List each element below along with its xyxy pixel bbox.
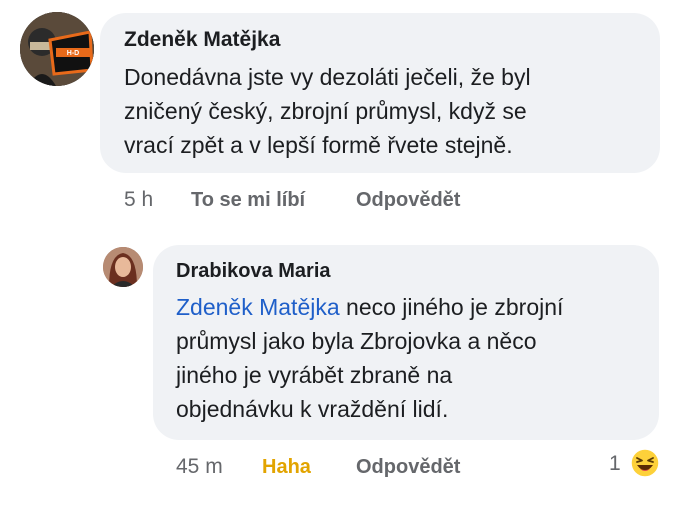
avatar[interactable] [103,247,143,287]
comment-text-line: Donedávna jste vy dezoláti ječeli, že by… [124,64,531,90]
comment-text: Donedávna jste vy dezoláti ječeli, že by… [124,60,531,162]
like-button[interactable]: To se mi líbí [191,189,305,212]
comment-text-line: Zdeněk Matějka neco jiného je zbrojní [176,290,563,324]
reply-button[interactable]: Odpovědět [356,456,460,479]
comment-timestamp[interactable]: 5 h [124,188,153,212]
comment-text-line: zničený český, zbrojní průmysl, když se [124,98,527,124]
avatar-portrait-image [103,247,143,287]
mention-link[interactable]: Zdeněk Matějka [176,294,340,320]
reply-button[interactable]: Odpovědět [356,189,460,212]
haha-reaction-button[interactable]: Haha [262,456,311,479]
avatar[interactable]: H-D [20,12,94,86]
comment-text-line: vrací zpět a v lepší formě řvete stejně. [124,132,513,158]
avatar-harley-image: H-D [20,12,94,86]
comment-author[interactable]: Drabikova Maria [176,260,331,283]
comment-author[interactable]: Zdeněk Matějka [124,28,280,52]
comment-text-line: jiného je vyrábět zbraně na [176,362,453,388]
svg-text:H-D: H-D [67,50,79,57]
comment-text-line: průmysl jako byla Zbrojovka a něco [176,328,537,354]
comment-text-fragment: neco jiného je zbrojní [339,294,564,320]
comment-text-line: objednávku k vraždění lidí. [176,396,449,422]
reaction-count[interactable]: 1 [609,452,621,476]
comment-text: Zdeněk Matějka neco jiného je zbrojní pr… [176,290,563,426]
comment-timestamp[interactable]: 45 m [176,455,223,479]
haha-emoji-icon[interactable] [630,448,660,478]
